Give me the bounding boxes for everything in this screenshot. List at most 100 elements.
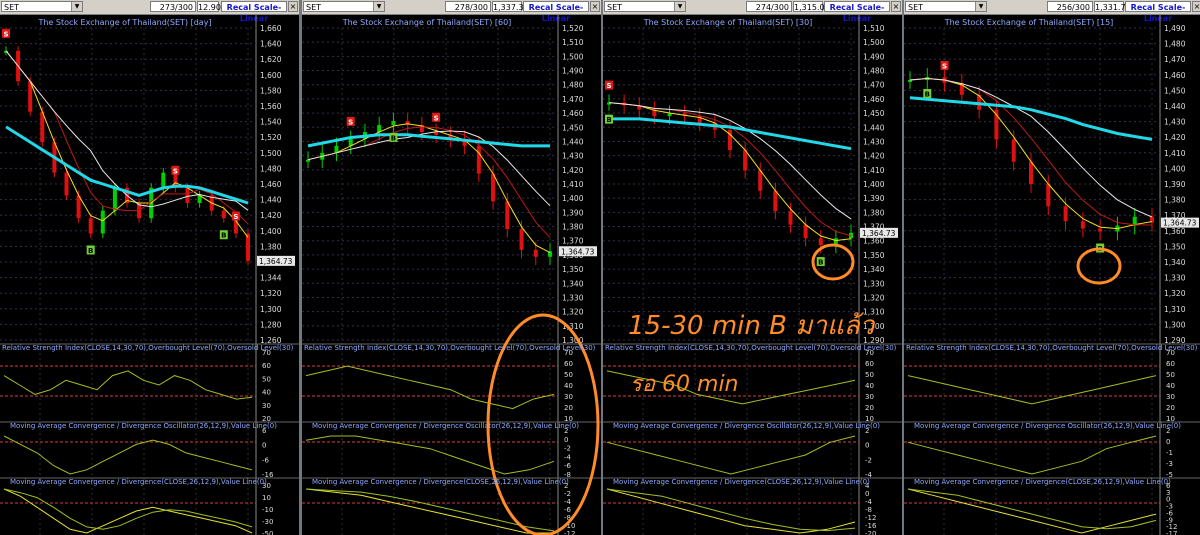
price-tick-label: 1,430	[562, 152, 584, 161]
price-tick-label: 1,600	[260, 71, 282, 80]
rsi-line	[305, 365, 555, 410]
macd-signal-line	[606, 488, 856, 532]
rsi-line	[3, 370, 253, 400]
price-tick-label: 1,470	[863, 81, 885, 90]
candle-body	[533, 249, 538, 257]
macd-signal-line	[305, 488, 555, 532]
chart-svg: 1,520 1,510 1,500 1,490 1,480 1,470 1,460 1,450…	[302, 15, 601, 535]
rsi-tick-label: 30	[262, 402, 271, 410]
candle-body	[788, 211, 793, 225]
candle-body	[161, 172, 166, 188]
rsi-tick-label: 30	[865, 393, 874, 401]
chart-panel-60[interactable]: SET ▼ 278/300 1,337.34 Recal Scale-Linear × Th…	[302, 0, 601, 535]
price-tick-label: 1,344	[260, 274, 282, 283]
candle-body	[76, 195, 81, 219]
price-tick-label: 1,380	[1164, 196, 1186, 205]
rsi-tick-label: 60	[1166, 360, 1175, 368]
price-tick-label: 1,300	[1164, 320, 1186, 329]
price-tick-label: 1,460	[1164, 71, 1186, 80]
candle-body	[88, 218, 93, 234]
candle-body	[1098, 228, 1103, 232]
price-tick-label: 1,420	[1164, 133, 1186, 142]
rsi-tick-label: 60	[865, 360, 874, 368]
price-tick-label: 1,330	[1164, 274, 1186, 283]
rsi-title: Relative Strength Index(CLOSE,14,30,70),…	[304, 344, 596, 352]
price-tick-label: 1,400	[1164, 164, 1186, 173]
candle-body	[306, 159, 310, 162]
candle-body	[519, 229, 524, 250]
last-price-label: 1,364.73	[1163, 219, 1197, 228]
price-tick-label: 1,400	[863, 180, 885, 189]
price-tick-label: 1,490	[1164, 24, 1186, 33]
signal-label: S	[3, 30, 8, 38]
rsi-tick-label: 20	[564, 404, 573, 412]
price-tick-label: 1,350	[1164, 242, 1186, 251]
price-tick-label: 1,320	[863, 293, 885, 302]
ma-slow-line	[909, 77, 1153, 218]
macd-osc-tick-label: -1	[1166, 449, 1173, 457]
ma-slow-line	[307, 130, 551, 207]
candle-body	[1046, 184, 1051, 207]
price-tick-label: 1,370	[562, 237, 584, 246]
chart-panel-15[interactable]: SET ▼ 256/300 1,331.76 Recal Scale-Linear × Th…	[904, 0, 1200, 535]
price-tick-label: 1,440	[1164, 102, 1186, 111]
candle-body	[391, 120, 396, 126]
last-price-label: 1,364.73	[862, 229, 896, 238]
macd-osc-tick-label: 0	[564, 436, 568, 444]
price-tick-label: 1,520	[260, 133, 282, 142]
price-tick-label: 1,490	[863, 52, 885, 61]
signal-label: B	[925, 91, 930, 99]
macd-osc-tick-label: 0	[262, 442, 266, 450]
macd-line	[3, 488, 253, 534]
macd-tick-label: 0	[865, 490, 869, 498]
price-tick-label: 1,410	[1164, 149, 1186, 158]
macd-line	[907, 488, 1157, 534]
ma-mid-line	[307, 126, 551, 239]
price-tick-label: 1,390	[863, 194, 885, 203]
rsi-tick-label: 40	[262, 389, 271, 397]
signal-label: B	[606, 116, 611, 124]
rsi-title: Relative Strength Index(CLOSE,14,30,70),…	[906, 344, 1198, 352]
macd-title: Moving Average Convergence / Divergence(…	[10, 478, 267, 486]
signal-label: S	[233, 213, 238, 221]
candle-body	[112, 187, 117, 211]
price-tick-label: 1,310	[1164, 305, 1186, 314]
macd-tick-label: -12	[564, 530, 575, 535]
macd-osc-tick-label: -3	[1166, 460, 1173, 468]
rsi-title: Relative Strength Index(CLOSE,14,30,70),…	[2, 344, 294, 352]
price-tick-label: 1,390	[562, 208, 584, 217]
macd-tick-label: -12	[865, 514, 876, 522]
macd-tick-label: -4	[564, 498, 572, 506]
candle-body	[246, 233, 250, 261]
price-tick-label: 1,420	[863, 152, 885, 161]
signal-label: S	[173, 167, 178, 175]
chart-panel-day[interactable]: SET ▼ 273/300 12.90 Recal Scale-Linear × The S…	[0, 0, 299, 535]
price-tick-label: 1,280	[260, 320, 282, 329]
chart-panel-30[interactable]: SET ▼ 274/300 1,315.06 Recal Scale-Linear × Th…	[603, 0, 902, 535]
rsi-tick-label: 40	[1166, 382, 1175, 390]
price-tick-label: 1,460	[562, 109, 584, 118]
price-tick-label: 1,500	[260, 149, 282, 158]
price-tick-label: 1,490	[562, 67, 584, 76]
price-tick-label: 1,510	[863, 24, 885, 33]
price-tick-label: 1,540	[260, 118, 282, 127]
macd-osc-tick-label: -2	[865, 456, 872, 464]
price-tick-label: 1,340	[1164, 258, 1186, 267]
candle-body	[1063, 206, 1068, 222]
macd-line	[606, 488, 856, 534]
price-tick-label: 1,450	[863, 109, 885, 118]
annotation-line2: รอ 60 min	[630, 372, 739, 397]
macd-osc-tick-label: 0	[865, 442, 869, 450]
candle-body	[505, 201, 510, 230]
rsi-tick-label: 60	[564, 360, 573, 368]
price-tick-label: 1,450	[562, 123, 584, 132]
macd-tick-label: -30	[262, 518, 273, 526]
rsi-tick-label: 30	[564, 393, 573, 401]
price-tick-label: 1,360	[863, 237, 885, 246]
price-tick-label: 1,660	[260, 24, 282, 33]
price-tick-label: 1,470	[1164, 55, 1186, 64]
last-price-label: 1,364.73	[259, 257, 293, 266]
macd-osc-title: Moving Average Convergence / Divergence …	[914, 422, 1181, 430]
macd-osc-title: Moving Average Convergence / Divergence …	[10, 422, 277, 430]
chart-svg: 1,490 1,480 1,470 1,460 1,450 1,440 1,430 1,420…	[904, 15, 1200, 535]
